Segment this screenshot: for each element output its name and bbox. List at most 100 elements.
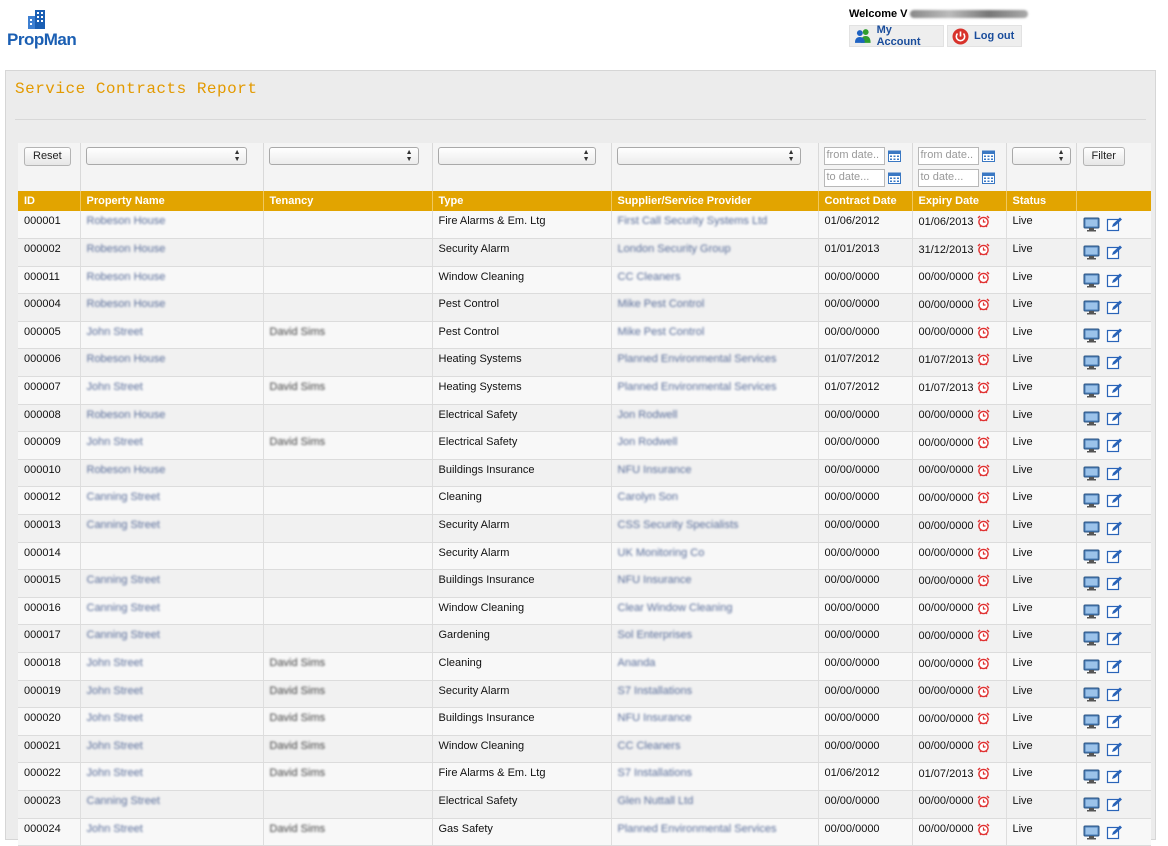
edit-icon[interactable] [1106, 300, 1123, 315]
monitor-icon[interactable] [1083, 355, 1100, 370]
monitor-icon[interactable] [1083, 466, 1100, 481]
alarm-clock-icon[interactable] [977, 326, 990, 339]
monitor-icon[interactable] [1083, 631, 1100, 646]
alarm-clock-icon[interactable] [977, 740, 990, 753]
monitor-icon[interactable] [1083, 549, 1100, 564]
table-row[interactable]: 000016 Canning Street Window Cleaning Clear… [18, 597, 1151, 626]
edit-icon[interactable] [1106, 438, 1123, 453]
calendar-icon[interactable] [887, 150, 901, 162]
monitor-icon[interactable] [1083, 300, 1100, 315]
table-row[interactable]: 000006 Robeson House Heating Systems Planne… [18, 348, 1151, 378]
property-select[interactable]: ▲ ▼ [85, 147, 247, 165]
expiry-from-date-input[interactable]: from date.. [917, 147, 979, 165]
alarm-clock-icon[interactable] [977, 464, 990, 477]
alarm-clock-icon[interactable] [977, 215, 990, 228]
edit-icon[interactable] [1106, 797, 1123, 812]
table-row[interactable]: 000018 John Street David Sims Cleaning Anand… [18, 652, 1151, 681]
table-row[interactable]: 000004 Robeson House Pest Control Mike Pest… [18, 293, 1151, 322]
edit-icon[interactable] [1106, 383, 1123, 398]
edit-icon[interactable] [1106, 355, 1123, 370]
alarm-clock-icon[interactable] [977, 823, 990, 836]
table-row[interactable]: 000020 John Street David Sims Buildings Ins… [18, 707, 1151, 736]
alarm-clock-icon[interactable] [977, 271, 990, 284]
table-row[interactable]: 000011 Robeson House Window Cleaning CC Cle… [18, 266, 1151, 295]
table-row[interactable]: 000023 Canning Street Electrical Safety Gle… [18, 790, 1151, 819]
my-account-button[interactable]: My Account [849, 24, 944, 48]
edit-icon[interactable] [1106, 411, 1123, 426]
table-row[interactable]: 000013 Canning Street Security Alarm CSS Se… [18, 514, 1151, 543]
alarm-clock-icon[interactable] [977, 767, 990, 780]
monitor-icon[interactable] [1083, 659, 1100, 674]
edit-icon[interactable] [1106, 742, 1123, 757]
reset-button[interactable]: Reset [24, 147, 71, 166]
alarm-clock-icon[interactable] [977, 657, 990, 670]
edit-icon[interactable] [1106, 714, 1123, 729]
edit-icon[interactable] [1106, 245, 1123, 260]
monitor-icon[interactable] [1083, 687, 1100, 702]
column-header-supplier[interactable]: Supplier/Service Provider [611, 191, 819, 211]
calendar-icon[interactable] [981, 172, 995, 184]
calendar-icon[interactable] [887, 172, 901, 184]
alarm-clock-icon[interactable] [977, 519, 990, 532]
edit-icon[interactable] [1106, 521, 1123, 536]
table-row[interactable]: 000001 Robeson House Fire Alarms & Em. Ltg… [18, 211, 1151, 240]
status-select[interactable]: ▲ ▼ [1011, 147, 1071, 165]
alarm-clock-icon[interactable] [977, 629, 990, 642]
table-row[interactable]: 000017 Canning Street Gardening Sol Enterpr… [18, 624, 1151, 653]
alarm-clock-icon[interactable] [977, 547, 990, 560]
contract-to-date-input[interactable]: to date... [823, 169, 885, 187]
alarm-clock-icon[interactable] [977, 298, 990, 311]
alarm-clock-icon[interactable] [977, 381, 990, 394]
table-row[interactable]: 000005 John Street David Sims Pest Control M… [18, 321, 1151, 350]
edit-icon[interactable] [1106, 328, 1123, 343]
monitor-icon[interactable] [1083, 217, 1100, 232]
alarm-clock-icon[interactable] [977, 685, 990, 698]
filter-button[interactable]: Filter [1082, 147, 1125, 166]
table-row[interactable]: 000024 John Street David Sims Gas Safety Pla… [18, 818, 1151, 846]
calendar-icon[interactable] [981, 150, 995, 162]
edit-icon[interactable] [1106, 631, 1123, 646]
column-header-expiry-date[interactable]: Expiry Date [912, 191, 1007, 211]
edit-icon[interactable] [1106, 493, 1123, 508]
alarm-clock-icon[interactable] [977, 353, 990, 366]
table-row[interactable]: 000002 Robeson House Security Alarm London … [18, 238, 1151, 267]
monitor-icon[interactable] [1083, 273, 1100, 288]
monitor-icon[interactable] [1083, 797, 1100, 812]
monitor-icon[interactable] [1083, 604, 1100, 619]
monitor-icon[interactable] [1083, 493, 1100, 508]
alarm-clock-icon[interactable] [977, 574, 990, 587]
logout-button[interactable]: Log out [947, 25, 1022, 47]
edit-icon[interactable] [1106, 576, 1123, 591]
alarm-clock-icon[interactable] [977, 436, 990, 449]
column-header-status[interactable]: Status [1006, 191, 1077, 211]
table-row[interactable]: 000012 Canning Street Cleaning Carolyn Son 0… [18, 486, 1151, 516]
monitor-icon[interactable] [1083, 825, 1100, 840]
edit-icon[interactable] [1106, 769, 1123, 784]
edit-icon[interactable] [1106, 604, 1123, 619]
column-header-contract-date[interactable]: Contract Date [818, 191, 913, 211]
table-row[interactable]: 000015 Canning Street Buildings Insurance N… [18, 569, 1151, 598]
alarm-clock-icon[interactable] [977, 491, 990, 504]
alarm-clock-icon[interactable] [977, 243, 990, 256]
monitor-icon[interactable] [1083, 521, 1100, 536]
table-row[interactable]: 000007 John Street David Sims Heating Syste… [18, 376, 1151, 405]
column-header-tenancy[interactable]: Tenancy [263, 191, 433, 211]
column-header-type[interactable]: Type [432, 191, 612, 211]
monitor-icon[interactable] [1083, 411, 1100, 426]
edit-icon[interactable] [1106, 466, 1123, 481]
alarm-clock-icon[interactable] [977, 712, 990, 725]
edit-icon[interactable] [1106, 659, 1123, 674]
contract-from-date-input[interactable]: from date.. [823, 147, 885, 165]
edit-icon[interactable] [1106, 273, 1123, 288]
table-row[interactable]: 000021 John Street David Sims Window Cleani… [18, 735, 1151, 764]
supplier-select[interactable]: ▲ ▼ [616, 147, 801, 165]
alarm-clock-icon[interactable] [977, 602, 990, 615]
table-row[interactable]: 000022 John Street David Sims Fire Alarms &… [18, 762, 1151, 791]
edit-icon[interactable] [1106, 825, 1123, 840]
monitor-icon[interactable] [1083, 328, 1100, 343]
table-row[interactable]: 000014 Security Alarm UK Monitoring Co 00/0… [18, 542, 1151, 571]
table-row[interactable]: 000008 Robeson House Electrical Safety Jon … [18, 404, 1151, 433]
tenancy-select[interactable]: ▲ ▼ [268, 147, 419, 165]
monitor-icon[interactable] [1083, 576, 1100, 591]
table-row[interactable]: 000009 John Street David Sims Electrical Sa… [18, 431, 1151, 460]
